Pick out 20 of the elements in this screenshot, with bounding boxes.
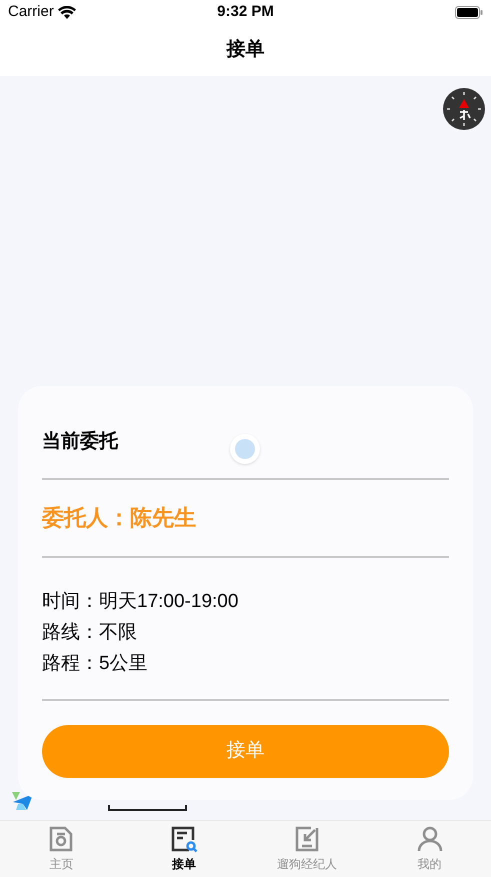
- document-search-icon: [170, 825, 198, 853]
- carrier-label: Carrier: [8, 2, 54, 22]
- detail-text: 路程：5公里: [42, 652, 149, 676]
- client-name: 委托人：陈先生: [42, 504, 197, 532]
- status-time: 9:32 PM: [217, 2, 274, 22]
- compass-icon[interactable]: [443, 88, 485, 130]
- detail-text: 路线：不限: [42, 621, 138, 645]
- detail-text: 时间：明天17:00-19:00: [42, 590, 240, 614]
- page-title: 接单: [226, 38, 264, 62]
- location-marker: [230, 434, 260, 464]
- card-title: 当前委托: [42, 430, 118, 454]
- tab-item[interactable]: 遛狗经纪人: [246, 821, 368, 877]
- tab-item[interactable]: 接单: [122, 821, 246, 877]
- battery-icon: [455, 6, 483, 19]
- tab-item[interactable]: 主页: [0, 821, 123, 877]
- accept-button[interactable]: 接单: [42, 725, 449, 778]
- tab-item[interactable]: 我的: [368, 821, 491, 877]
- document-icon: [47, 825, 76, 853]
- person-icon: [416, 825, 444, 853]
- wifi-icon: [58, 6, 76, 19]
